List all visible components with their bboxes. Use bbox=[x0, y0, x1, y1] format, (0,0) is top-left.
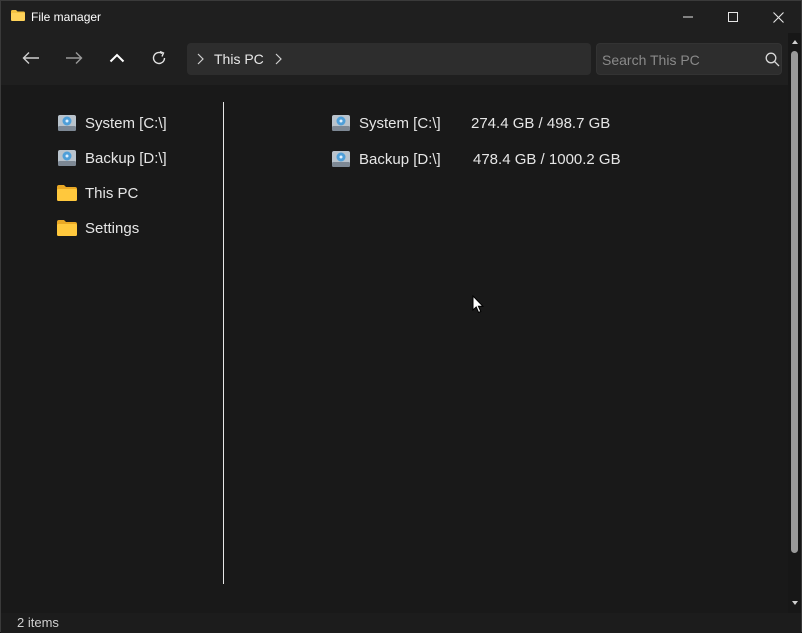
back-button[interactable] bbox=[16, 43, 46, 73]
address-bar[interactable]: This PC bbox=[187, 43, 591, 75]
refresh-icon bbox=[152, 50, 166, 65]
close-button[interactable] bbox=[755, 1, 801, 33]
vertical-scrollbar[interactable] bbox=[788, 33, 801, 613]
chevron-right-icon[interactable] bbox=[273, 52, 285, 66]
sidebar-item-this-pc[interactable]: This PC bbox=[57, 180, 138, 206]
drive-icon bbox=[331, 149, 351, 169]
drive-icon bbox=[57, 148, 77, 168]
minimize-icon bbox=[683, 16, 693, 18]
item-size: 274.4 GB / 498.7 GB bbox=[471, 114, 611, 132]
folder-icon bbox=[57, 183, 77, 203]
sidebar-divider[interactable] bbox=[223, 102, 224, 584]
mouse-cursor-icon bbox=[472, 295, 484, 314]
minimize-button[interactable] bbox=[665, 1, 711, 33]
toolbar: This PC bbox=[1, 33, 789, 85]
search-input[interactable] bbox=[602, 50, 752, 70]
sidebar-item-label: This PC bbox=[85, 184, 139, 202]
sidebar-item-system-drive[interactable]: System [C:\] bbox=[57, 110, 167, 136]
item-name: System [C:\] bbox=[359, 114, 441, 132]
chevron-up-icon bbox=[109, 53, 125, 63]
file-manager-window: File manager This PC Search This PC Syst… bbox=[0, 0, 802, 633]
item-count: 2 items bbox=[17, 615, 59, 630]
up-button[interactable] bbox=[102, 43, 132, 73]
sidebar-item-backup-drive[interactable]: Backup [D:\] bbox=[57, 145, 167, 171]
maximize-button[interactable] bbox=[710, 1, 756, 33]
scroll-up-icon[interactable] bbox=[791, 38, 799, 46]
list-item[interactable]: System [C:\] 274.4 GB / 498.7 GB bbox=[331, 110, 610, 136]
arrow-left-icon bbox=[22, 52, 39, 64]
refresh-button[interactable] bbox=[144, 43, 174, 73]
item-name: Backup [D:\] bbox=[359, 150, 441, 168]
chevron-right-icon bbox=[197, 53, 204, 65]
drive-icon bbox=[331, 113, 351, 133]
sidebar-item-label: Settings bbox=[85, 219, 140, 237]
sidebar-item-label: Backup [D:\] bbox=[85, 149, 167, 167]
arrow-right-icon bbox=[66, 52, 83, 64]
folder-icon bbox=[57, 218, 77, 238]
status-bar: 2 items bbox=[1, 613, 801, 633]
scrollbar-thumb[interactable] bbox=[791, 51, 798, 553]
sidebar: System [C:\] Backup [D:\] This PC Settin… bbox=[1, 85, 223, 585]
breadcrumb-this-pc[interactable]: This PC bbox=[214, 51, 264, 67]
list-item[interactable]: Backup [D:\] 478.4 GB / 1000.2 GB bbox=[331, 146, 621, 172]
item-size: 478.4 GB / 1000.2 GB bbox=[473, 150, 621, 168]
maximize-icon bbox=[728, 12, 738, 22]
search-box[interactable] bbox=[596, 43, 782, 75]
sidebar-item-label: System [C:\] bbox=[85, 114, 167, 132]
search-icon[interactable] bbox=[765, 52, 780, 67]
scroll-down-icon[interactable] bbox=[791, 599, 799, 607]
forward-button[interactable] bbox=[59, 43, 89, 73]
drive-icon bbox=[57, 113, 77, 133]
close-icon bbox=[772, 11, 784, 23]
sidebar-item-settings[interactable]: Settings bbox=[57, 215, 139, 241]
window-title: File manager bbox=[31, 10, 102, 24]
folder-icon bbox=[11, 10, 25, 21]
title-bar[interactable]: File manager bbox=[1, 1, 801, 33]
